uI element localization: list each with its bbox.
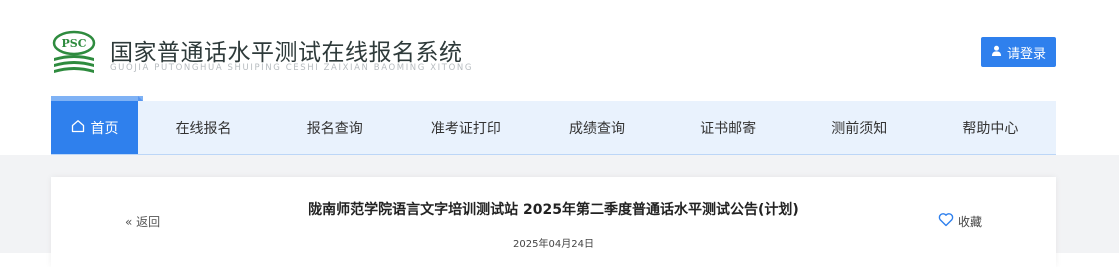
nav-item-certificate-mail[interactable]: 证书邮寄 [663, 101, 794, 155]
nav-item-registration-query[interactable]: 报名查询 [269, 101, 400, 155]
article-card: « 返回 陇南师范学院语言文字培训测试站 2025年第二季度普通话水平测试公告(… [51, 177, 1056, 267]
nav-home-label: 首页 [90, 121, 119, 137]
main-nav: 首页 在线报名 报名查询 准考证打印 成绩查询 证书邮寄 测前须知 帮助中心 [51, 101, 1056, 155]
nav-item-help-center[interactable]: 帮助中心 [925, 101, 1056, 155]
article-date: 2025年04月24日 [513, 239, 594, 250]
nav-item-home[interactable]: 首页 [51, 101, 138, 155]
nav-item-test-notice[interactable]: 测前须知 [794, 101, 925, 155]
nav-divider [51, 154, 1056, 155]
site-title-pinyin: GUOJIA PUTONGHUA SHUIPING CESHI ZAIXIAN … [110, 63, 474, 73]
heart-icon [938, 212, 954, 230]
site-title: 国家普通话水平测试在线报名系统 [110, 40, 463, 66]
login-label: 请登录 [1006, 46, 1046, 62]
psc-logo: PSC [50, 30, 100, 76]
article-title: 陇南师范学院语言文字培训测试站 2025年第二季度普通话水平测试公告(计划) [308, 202, 799, 218]
home-icon [71, 119, 85, 137]
login-button[interactable]: 请登录 [981, 37, 1056, 67]
nav-item-admission-ticket[interactable]: 准考证打印 [400, 101, 531, 155]
nav-item-online-registration[interactable]: 在线报名 [138, 101, 269, 155]
svg-text:PSC: PSC [62, 37, 87, 50]
favorite-button[interactable]: 收藏 [938, 212, 982, 230]
user-icon [991, 45, 1002, 60]
nav-item-score-query[interactable]: 成绩查询 [531, 101, 662, 155]
favorite-label: 收藏 [958, 214, 983, 229]
